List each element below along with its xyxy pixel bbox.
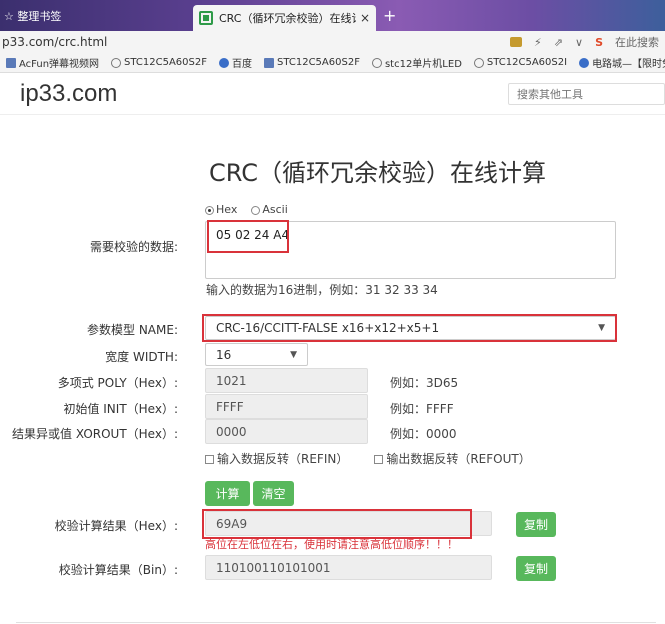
new-tab-icon[interactable]: + [383, 6, 396, 25]
result-bin-label: 校验计算结果（Bin）: [58, 563, 178, 577]
browser-tab-bar: ☆ 整理书签 CRC（循环冗余校验）在线计算_ip3 × + [0, 0, 665, 31]
format-radio-group: Hex Ascii [205, 203, 288, 216]
xorout-example: 例如：0000 [390, 427, 457, 441]
bookmark-item[interactable]: 电路城—【限时免 [579, 55, 665, 70]
radio-selected-icon[interactable] [205, 205, 214, 215]
result-bin-output[interactable]: 110100110101001 [205, 555, 492, 580]
copy-hex-button[interactable]: 复制 [516, 512, 556, 537]
poly-example: 例如：3D65 [390, 376, 459, 390]
address-bar[interactable]: p33.com/crc.html ⚡ ⇗ ∨ S 在此搜索 [0, 31, 665, 53]
diamond-icon [579, 57, 590, 68]
page-title: CRC（循环冗余校验）在线计算 [209, 159, 546, 187]
search-engine-label[interactable]: 在此搜索 [615, 34, 659, 50]
divider [16, 622, 656, 623]
data-input-value: 05 02 24 A4 [216, 228, 290, 242]
url-text[interactable]: p33.com/crc.html [2, 35, 107, 49]
bookmark-item[interactable]: STC12C5A60S2F [111, 57, 207, 68]
bookmark-item[interactable]: AcFun弹幕视频网 [6, 55, 99, 70]
result-hex-output[interactable]: 69A9 [205, 511, 492, 536]
chevron-down-icon: ▼ [598, 323, 605, 333]
bit-order-warning: 高位在左低位在右，使用时请注意高低位顺序！！！ [205, 538, 458, 551]
tab-bookmarks-label: ☆ 整理书签 [4, 10, 62, 23]
clear-button[interactable]: 清空 [253, 481, 294, 506]
checkbox-icon[interactable] [374, 455, 384, 464]
site-logo[interactable]: ip33.com [20, 80, 117, 108]
width-select[interactable]: 16 ▼ [205, 343, 308, 366]
book-icon[interactable] [510, 37, 523, 47]
radio-hex[interactable]: Hex [205, 203, 237, 216]
width-label: 宽度 WIDTH: [105, 350, 178, 364]
checkbox-icon[interactable] [205, 455, 214, 464]
page-content: ip33.com CRC（循环冗余校验）在线计算 Hex Ascii 需要校验的… [0, 73, 665, 624]
model-select[interactable]: CRC-16/CCITT-FALSE x16+x12+x5+1 ▼ [205, 316, 616, 340]
data-input[interactable]: 05 02 24 A4 [205, 221, 616, 279]
bookmark-icon [6, 57, 16, 68]
chevron-down-icon: ▼ [290, 349, 297, 360]
site-favicon-icon [199, 11, 213, 25]
bookmark-icon [264, 57, 274, 68]
poly-input[interactable]: 1021 [205, 368, 368, 393]
radio-ascii[interactable]: Ascii [251, 203, 288, 216]
refout-checkbox-row[interactable]: 输出数据反转（REFOUT） [374, 450, 531, 467]
tab-bookmarks[interactable]: ☆ 整理书签 [4, 5, 61, 27]
data-label: 需要校验的数据: [89, 240, 178, 254]
address-bar-icons: ⚡ ⇗ ∨ S 在此搜索 [510, 34, 659, 50]
site-search-input[interactable] [508, 83, 665, 105]
bookmarks-bar: AcFun弹幕视频网 STC12C5A60S2F 百度 STC12C5A60S2… [0, 53, 665, 73]
globe-icon [371, 57, 382, 68]
result-hex-label: 校验计算结果（Hex）: [54, 519, 178, 533]
xorout-input[interactable]: 0000 [205, 419, 368, 444]
tab-crc-title: CRC（循环冗余校验）在线计算_ip3 [219, 12, 356, 25]
share-icon[interactable]: ⇗ [554, 36, 563, 49]
init-input[interactable]: FFFF [205, 394, 368, 419]
site-header: ip33.com [0, 73, 665, 115]
tab-crc[interactable]: CRC（循环冗余校验）在线计算_ip3 × [193, 5, 376, 31]
reflect-options: 输入数据反转（REFIN） 输出数据反转（REFOUT） [205, 450, 531, 467]
copy-bin-button[interactable]: 复制 [516, 556, 556, 581]
close-tab-icon[interactable]: × [360, 11, 370, 25]
bookmark-item[interactable]: STC12C5A60S2F [264, 57, 360, 68]
width-select-value: 16 [216, 347, 232, 362]
model-label: 参数模型 NAME: [87, 323, 178, 337]
globe-icon [473, 57, 484, 68]
baidu-icon [219, 57, 229, 68]
refin-checkbox-row[interactable]: 输入数据反转（REFIN） [205, 450, 348, 467]
radio-unselected-icon[interactable] [251, 205, 261, 215]
dropdown-icon[interactable]: ∨ [575, 36, 583, 49]
bookmark-item[interactable]: STC12C5A60S2I [473, 57, 567, 68]
bookmark-item[interactable]: 百度 [219, 55, 252, 70]
bookmark-item[interactable]: stc12单片机LED [371, 55, 462, 70]
calculate-button[interactable]: 计算 [205, 481, 250, 506]
init-example: 例如：FFFF [390, 402, 454, 416]
poly-label: 多项式 POLY（Hex）: [57, 376, 178, 390]
search-engine-icon[interactable]: S [595, 36, 603, 49]
lightning-icon[interactable]: ⚡ [534, 36, 542, 49]
xorout-label: 结果异或值 XOROUT（Hex）: [12, 427, 178, 441]
data-hint: 输入的数据为16进制，例如：31 32 33 34 [206, 283, 438, 297]
init-label: 初始值 INIT（Hex）: [63, 402, 178, 416]
globe-icon [111, 57, 122, 68]
model-select-value: CRC-16/CCITT-FALSE x16+x12+x5+1 [216, 321, 440, 335]
